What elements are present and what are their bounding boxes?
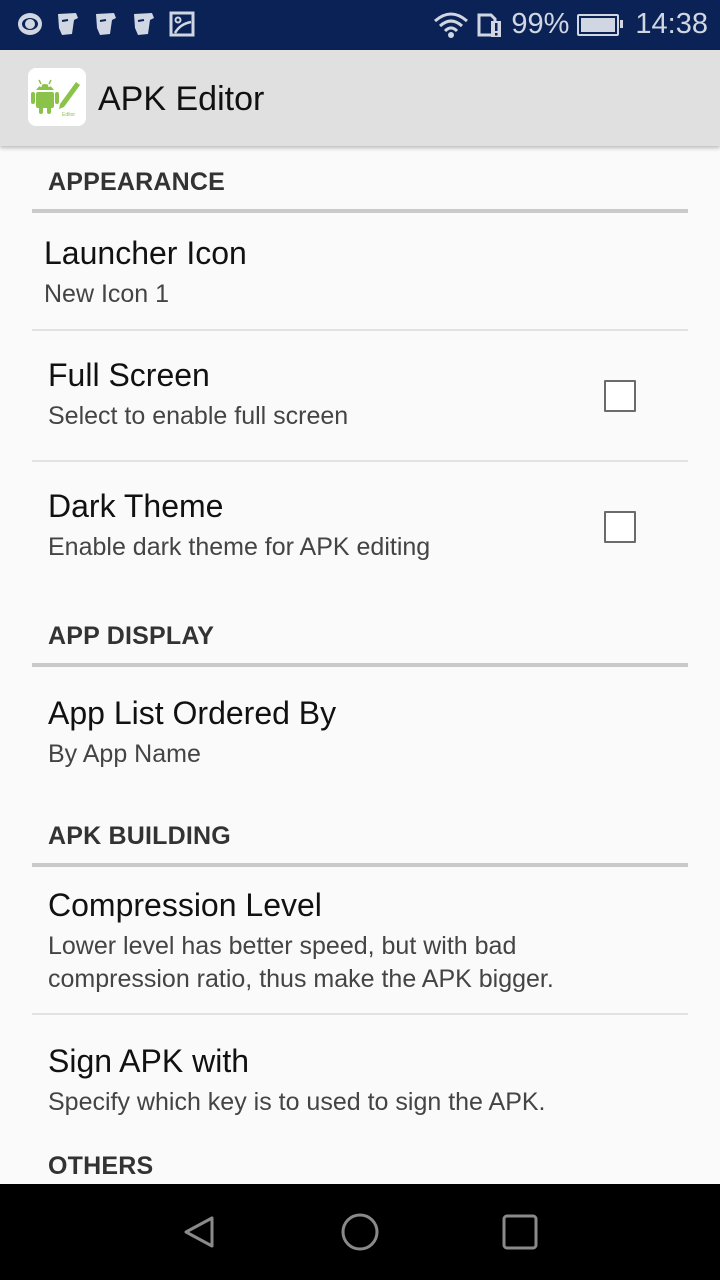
sim-alert-icon [477,13,502,37]
pref-title: Launcher Icon [44,235,247,271]
pref-summary: Lower level has better speed, but with b… [48,932,554,993]
full-screen-checkbox[interactable] [604,380,636,412]
battery-level-fill [581,17,616,32]
battery-icon [577,13,624,36]
action-bar: Editor APK Editor [0,50,720,146]
home-icon[interactable] [340,1212,380,1252]
pref-title: App List Ordered By [48,695,337,731]
category-header: OTHERS [48,1152,154,1180]
category-app-display: APP DISPLAY [32,592,688,667]
clock: 14:38 [635,8,708,40]
pref-compression-level[interactable]: Compression Level Lower level has better… [32,867,688,1015]
notification-face-icon [96,13,116,35]
notification-face-icon [134,13,154,35]
pref-app-list-order[interactable]: App List Ordered By By App Name [32,667,688,813]
category-header: APPEARANCE [48,168,226,196]
image-icon [169,11,195,37]
pref-summary: By App Name [48,740,201,768]
app-title: APK Editor [98,80,265,118]
pref-title: Sign APK with [48,1043,249,1079]
wifi-icon [434,12,469,38]
notification-face-icon [58,13,78,35]
pref-title: Full Screen [48,357,210,393]
pref-sign-apk[interactable]: Sign APK with Specify which key is to us… [32,1015,688,1139]
battery-percent: 99% [511,8,570,40]
pref-summary: New Icon 1 [44,280,170,308]
pref-summary: Enable dark theme for APK editing [48,533,431,561]
cbs-eye-icon [18,13,42,35]
settings-list[interactable]: APPEARANCE Launcher Icon New Icon 1 Full… [0,146,720,1184]
recents-icon[interactable] [500,1212,540,1252]
navigation-bar [0,1184,720,1280]
pref-title: Dark Theme [48,488,224,524]
dark-theme-checkbox[interactable] [604,511,636,543]
apk-editor-logo-icon[interactable]: Editor [28,68,86,126]
category-header: APP DISPLAY [48,622,215,650]
pref-launcher-icon[interactable]: Launcher Icon New Icon 1 [32,213,688,331]
category-appearance: APPEARANCE [32,146,688,213]
category-header: APK BUILDING [48,822,231,850]
pref-summary: Select to enable full screen [48,402,349,430]
pref-summary: Specify which key is to used to sign the… [48,1088,546,1116]
svg-text:Editor: Editor [62,112,75,118]
back-icon[interactable] [180,1212,220,1252]
category-apk-building: APK BUILDING [32,813,688,867]
status-bar: 99% 14:38 [0,0,720,50]
pref-title: Compression Level [48,887,322,923]
pref-dark-theme[interactable]: Dark Theme Enable dark theme for APK edi… [32,462,688,592]
pref-full-screen[interactable]: Full Screen Select to enable full screen [32,331,688,462]
category-others: OTHERS [32,1139,688,1184]
